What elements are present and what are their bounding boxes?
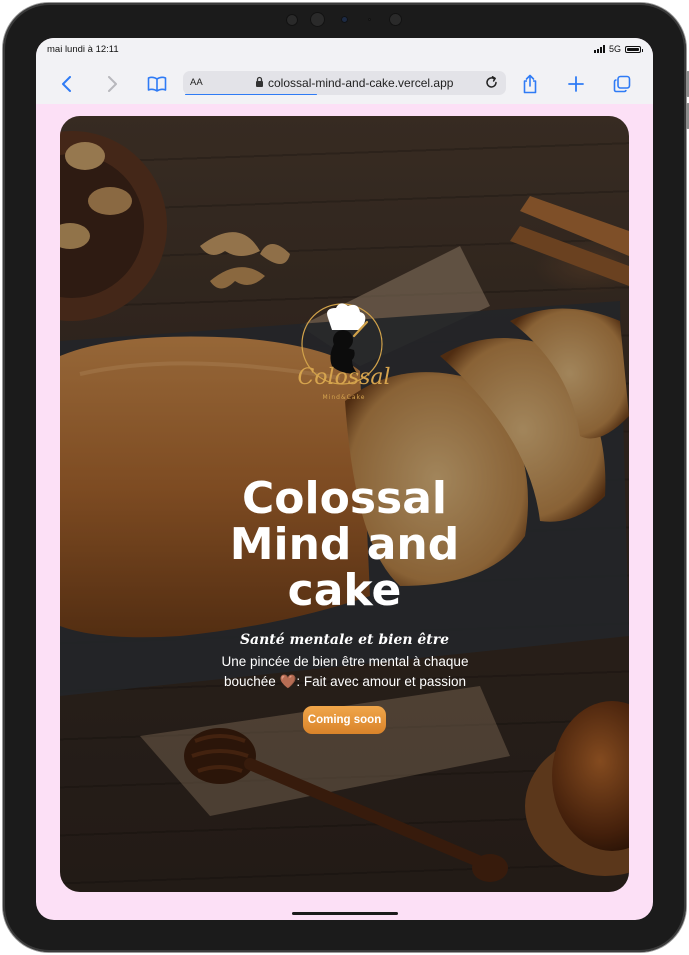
forward-button[interactable] xyxy=(101,73,123,95)
bookmarks-button[interactable] xyxy=(146,73,168,95)
camera-mic xyxy=(368,18,371,21)
screen: mai lundi à 12:11 5G AA colossal-mind-an… xyxy=(36,38,653,920)
home-indicator[interactable] xyxy=(292,912,398,915)
signal-icon xyxy=(593,45,605,53)
logo-subtext: Mind&Cake xyxy=(323,394,366,401)
hero-title-line: cake xyxy=(287,565,402,616)
tabs-button[interactable] xyxy=(611,73,633,95)
share-icon xyxy=(523,74,537,94)
reload-icon[interactable] xyxy=(483,74,500,91)
hero-section: Colossal Mind&Cake Colossal Mind and cak… xyxy=(60,116,629,892)
camera-sensor xyxy=(341,16,348,23)
brand-logo: Colossal Mind&Cake xyxy=(297,303,391,401)
camera-dot xyxy=(286,14,298,26)
hero-description: Une pincée de bien être mental à chaque … xyxy=(221,654,469,689)
text-size-button[interactable]: AA xyxy=(190,77,203,88)
url-text: colossal-mind-and-cake.vercel.app xyxy=(268,76,454,90)
lock-icon xyxy=(256,76,263,87)
tabs-icon xyxy=(613,75,631,93)
network-type: 5G xyxy=(608,44,621,54)
back-button[interactable] xyxy=(56,73,78,95)
chevron-right-icon xyxy=(108,76,117,92)
status-time: mai lundi à 12:11 xyxy=(47,44,119,55)
hero-title: Colossal Mind and cake xyxy=(60,476,629,614)
status-indicators: 5G xyxy=(593,44,643,54)
address-bar[interactable]: AA colossal-mind-and-cake.vercel.app xyxy=(183,71,506,95)
hero-title-line: Colossal xyxy=(242,473,447,524)
share-button[interactable] xyxy=(519,73,541,95)
plus-icon xyxy=(568,76,584,92)
new-tab-button[interactable] xyxy=(565,73,587,95)
hero-tagline: Santé mentale et bien être xyxy=(239,632,450,648)
camera-lens xyxy=(310,12,325,27)
hero-title-line: Mind and xyxy=(229,519,460,570)
book-icon xyxy=(147,76,167,92)
browser-toolbar: AA colossal-mind-and-cake.vercel.app xyxy=(36,66,653,104)
page-load-progress xyxy=(185,93,318,95)
coming-soon-button[interactable]: Coming soon xyxy=(303,706,386,734)
chevron-left-icon xyxy=(62,76,71,92)
status-bar: mai lundi à 12:11 5G xyxy=(36,38,653,66)
logo-wordmark: Colossal xyxy=(297,365,390,390)
battery-icon xyxy=(625,45,643,53)
camera-flash xyxy=(389,13,402,26)
